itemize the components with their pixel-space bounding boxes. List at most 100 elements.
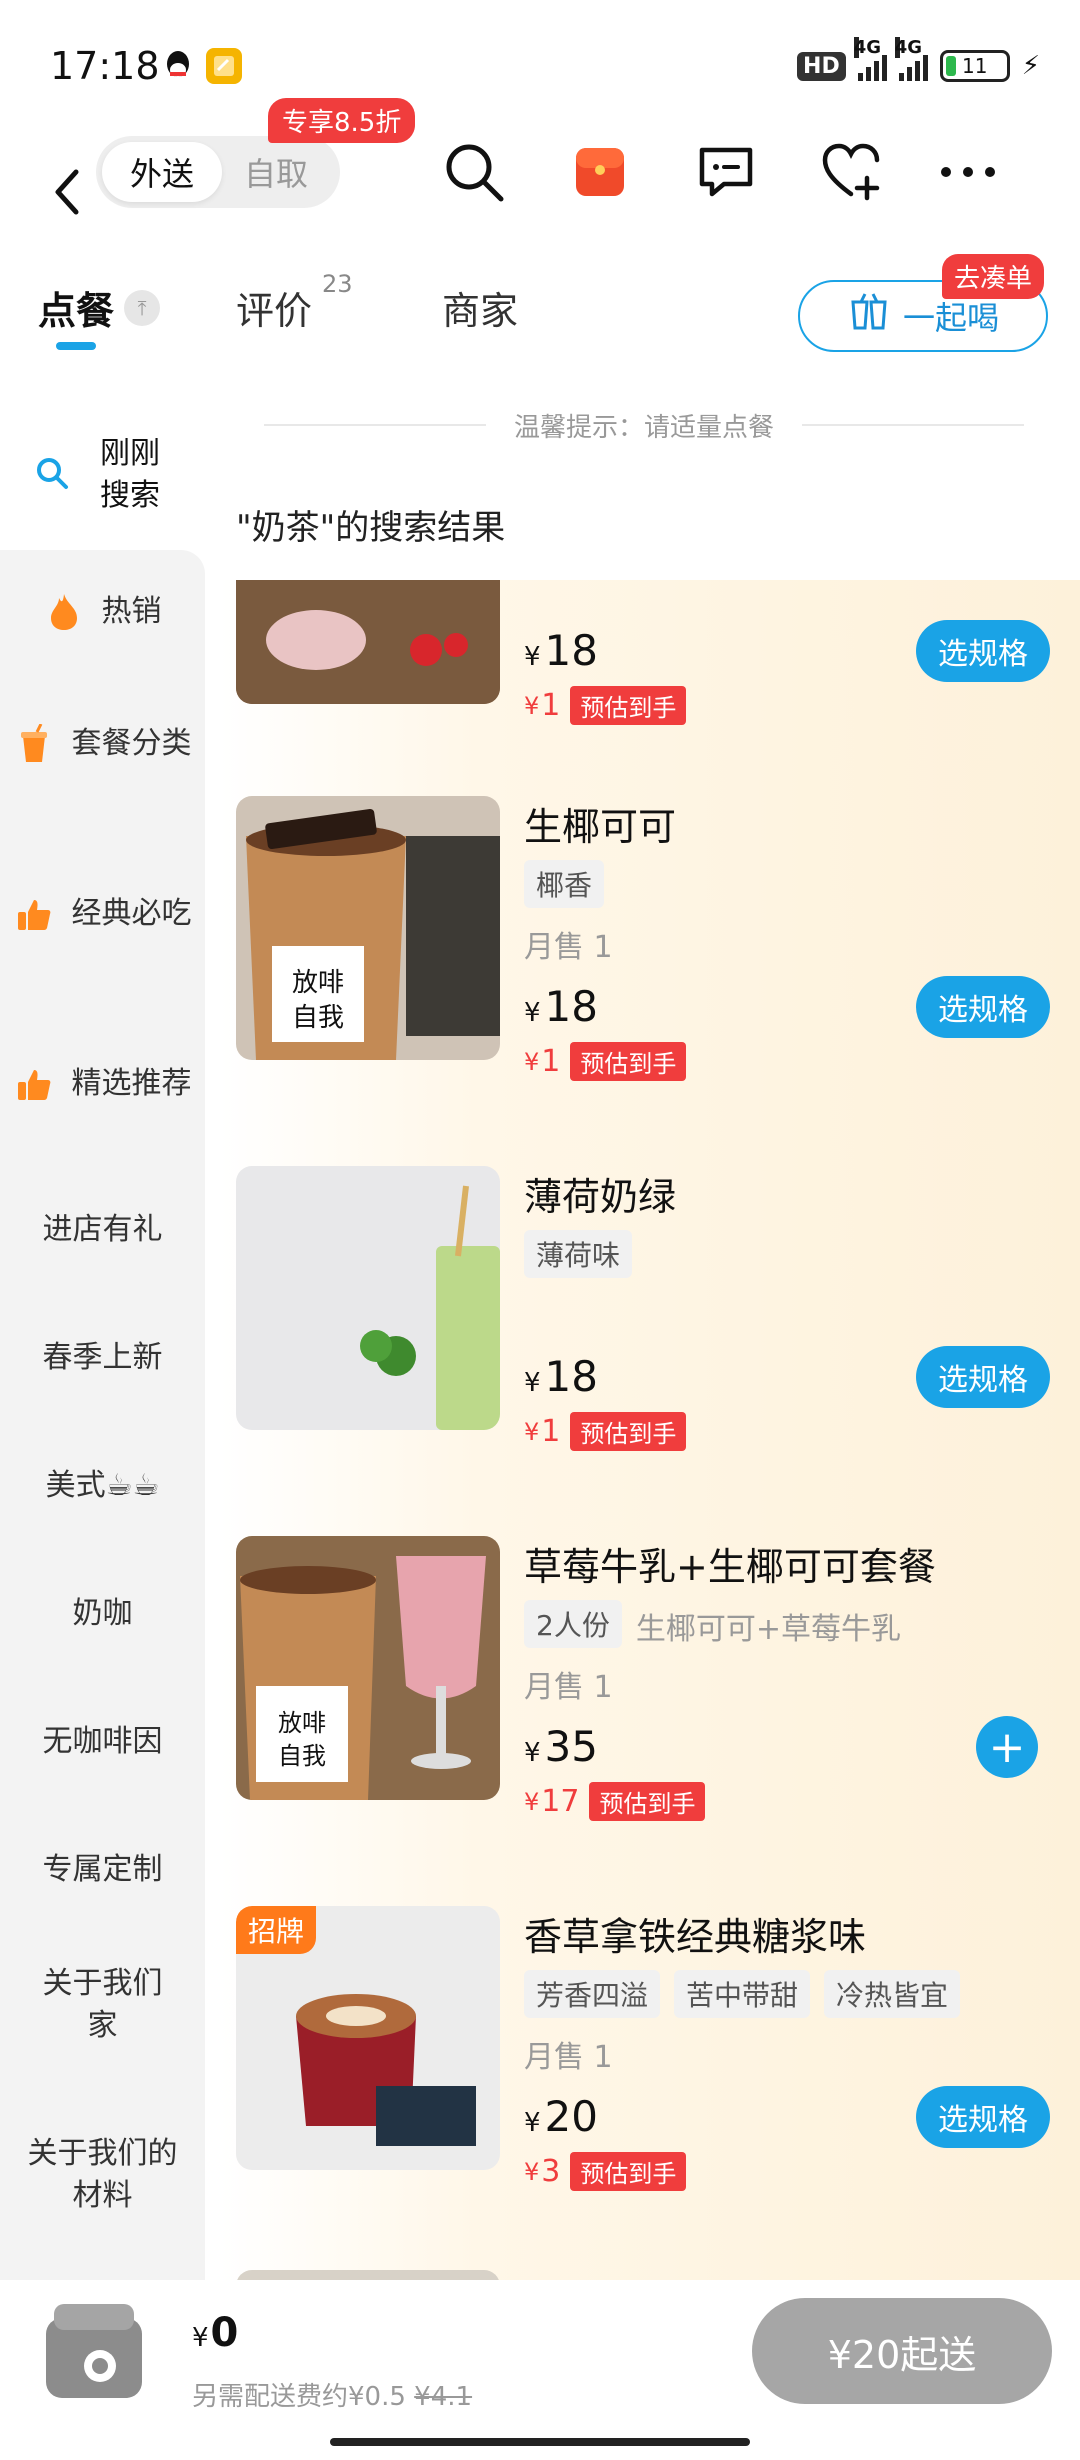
estimated-price: 1 [541, 1414, 561, 1449]
product-card[interactable]: 放啡 自我 生椰可可 椰香 月售 1 ¥18 ¥1 预估到手 选规格 [236, 796, 1066, 1096]
product-description: 生椰可可+草莓牛乳 [635, 1612, 901, 1647]
tab-active-indicator [56, 342, 96, 350]
product-image [236, 2270, 500, 2280]
red-packet-icon[interactable] [564, 136, 636, 208]
thumbs-up-icon [14, 1064, 54, 1104]
product-card[interactable]: 放啡 自我 草莓牛乳+生椰可可套餐 2人份 生椰可可+草莓牛乳 月售 1 ¥35 … [236, 1536, 1066, 1836]
product-name: 薄荷奶绿 [524, 1175, 677, 1219]
min-order-button[interactable]: ¥20起送 [752, 2298, 1052, 2404]
add-on-badge: 去凑单 [942, 254, 1045, 299]
drink-cup-icon [14, 724, 54, 764]
product-price: 18 [544, 982, 598, 1031]
choose-spec-button[interactable]: 选规格 [916, 620, 1050, 682]
status-time: 17:18 [50, 44, 160, 88]
cart-icon[interactable] [34, 2290, 154, 2410]
product-tag: 芳香四溢 [524, 1970, 661, 2018]
sidebar-item-combo[interactable]: 套餐分类 [0, 674, 205, 814]
mode-delivery-tab[interactable]: 外送 [102, 142, 222, 202]
product-name: 草莓牛乳+生椰可可套餐 [524, 1545, 936, 1589]
choose-spec-button[interactable]: 选规格 [916, 976, 1050, 1038]
back-button[interactable] [44, 150, 94, 230]
sidebar-item-custom[interactable]: 专属定制 [0, 1820, 205, 1920]
monthly-sales: 月售 1 [524, 930, 613, 965]
tip-text: 温馨提示：请适量点餐 [514, 412, 775, 443]
sidebar-item-about-us[interactable]: 关于我们家 [0, 1940, 205, 2070]
add-to-cart-button[interactable]: + [976, 1716, 1038, 1778]
cups-icon [847, 290, 891, 342]
home-indicator[interactable] [330, 2438, 750, 2446]
estimate-tag: 预估到手 [589, 1782, 706, 1821]
monthly-sales: 月售 1 [524, 1670, 613, 1705]
product-tag: 薄荷味 [524, 1230, 633, 1278]
sidebar-item-label: 刚刚搜索 [100, 436, 160, 513]
product-price: 18 [544, 626, 598, 675]
signature-badge: 招牌 [236, 1906, 317, 1954]
product-card[interactable]: ¥18 ¥1 预估到手 选规格 [236, 580, 1066, 740]
sidebar-item-classic[interactable]: 经典必吃 [0, 844, 205, 984]
delivery-fee: 另需配送费约¥0.5 ¥4.1 [192, 2382, 473, 2412]
drink-together-label: 一起喝 [902, 299, 999, 337]
signal-icon: 4G [853, 37, 887, 81]
category-sidebar: 刚刚搜索 热销 套餐分类 经典必吃 精选推荐 进店有礼 春季上新 美式☕☕ 奶咖 [0, 400, 205, 2280]
choose-spec-button[interactable]: 选规格 [916, 1346, 1050, 1408]
product-price: 35 [544, 1722, 598, 1771]
product-tag: 椰香 [524, 860, 605, 908]
tab-order[interactable]: 点餐 [38, 280, 114, 335]
search-results-title: "奶茶"的搜索结果 [236, 508, 506, 548]
more-icon[interactable] [932, 136, 1004, 208]
estimated-price: 1 [541, 688, 561, 723]
store-tabs: 点餐 ⤒ 评价 23 商家 一起喝 去凑单 [0, 254, 1080, 370]
charging-icon: ⚡ [1021, 51, 1040, 81]
tip-row: 温馨提示：请适量点餐 [264, 400, 1025, 450]
product-card[interactable]: 薄荷奶绿 薄荷味 ¥18 ¥1 预估到手 选规格 [236, 1166, 1066, 1466]
estimated-price: 3 [541, 2154, 561, 2189]
estimate-tag: 预估到手 [570, 686, 687, 725]
qq-icon [160, 48, 196, 84]
product-tag: 2人份 [524, 1600, 622, 1648]
product-tag: 苦中带甜 [674, 1970, 811, 2018]
product-card[interactable]: 招牌 香草拿铁经典糖浆味 芳香四溢 苦中带甜 冷热皆宜 月售 1 ¥20 ¥3 预… [236, 1906, 1066, 2206]
notes-app-icon [206, 48, 242, 84]
hd-badge: HD [797, 51, 846, 81]
choose-spec-button[interactable]: 选规格 [916, 2086, 1050, 2148]
sidebar-item-milk-coffee[interactable]: 奶咖 [0, 1564, 205, 1664]
svg-text:放啡: 放啡 [278, 1709, 326, 1737]
thumbs-up-icon [14, 894, 54, 934]
svg-text:自我: 自我 [278, 1742, 326, 1770]
estimate-tag: 预估到手 [570, 2152, 687, 2191]
sidebar-item-materials[interactable]: 关于我们的材料 [0, 2110, 205, 2240]
search-icon[interactable] [438, 136, 510, 208]
tab-reviews[interactable]: 评价 [236, 280, 312, 335]
sidebar-item-hot[interactable]: 热销 [0, 560, 205, 664]
product-tag: 冷热皆宜 [824, 1970, 961, 2018]
product-image: 招牌 [236, 1906, 500, 2170]
product-card[interactable] [236, 2270, 1066, 2280]
collapse-icon[interactable]: ⤒ [124, 290, 160, 326]
signal-icon-2: 4G [894, 37, 928, 81]
estimated-price: 1 [541, 1044, 561, 1079]
sidebar-item-decaf[interactable]: 无咖啡因 [0, 1692, 205, 1792]
top-nav: 外送 自取 专享8.5折 [0, 98, 1080, 250]
message-icon[interactable] [690, 136, 762, 208]
sidebar-item-spring[interactable]: 春季上新 [0, 1308, 205, 1408]
sidebar-item-gift[interactable]: 进店有礼 [0, 1180, 205, 1280]
estimated-price: 17 [541, 1784, 580, 1819]
sidebar-item-americano[interactable]: 美式☕☕ [0, 1436, 205, 1536]
discount-badge: 专享8.5折 [268, 98, 416, 143]
product-name: 生椰可可 [524, 805, 677, 849]
cart-total: 0 [210, 2310, 239, 2356]
sidebar-item-recent-search[interactable]: 刚刚搜索 [0, 400, 205, 550]
sidebar-item-featured[interactable]: 精选推荐 [0, 1014, 205, 1154]
product-name: 香草拿铁经典糖浆味 [524, 1915, 867, 1959]
mode-pickup-tab[interactable]: 自取 [216, 142, 336, 202]
flame-icon [44, 592, 84, 632]
battery-icon: 11 [939, 50, 1010, 82]
monthly-sales: 月售 1 [524, 2040, 613, 2075]
favorite-add-icon[interactable] [816, 136, 888, 208]
search-small-icon [34, 455, 70, 495]
tab-merchant[interactable]: 商家 [442, 280, 518, 335]
svg-text:放啡: 放啡 [292, 968, 344, 998]
estimate-tag: 预估到手 [570, 1042, 687, 1081]
cart-bar: ¥0 另需配送费约¥0.5 ¥4.1 ¥20起送 [0, 2280, 1080, 2460]
battery-level: 11 [962, 54, 988, 78]
